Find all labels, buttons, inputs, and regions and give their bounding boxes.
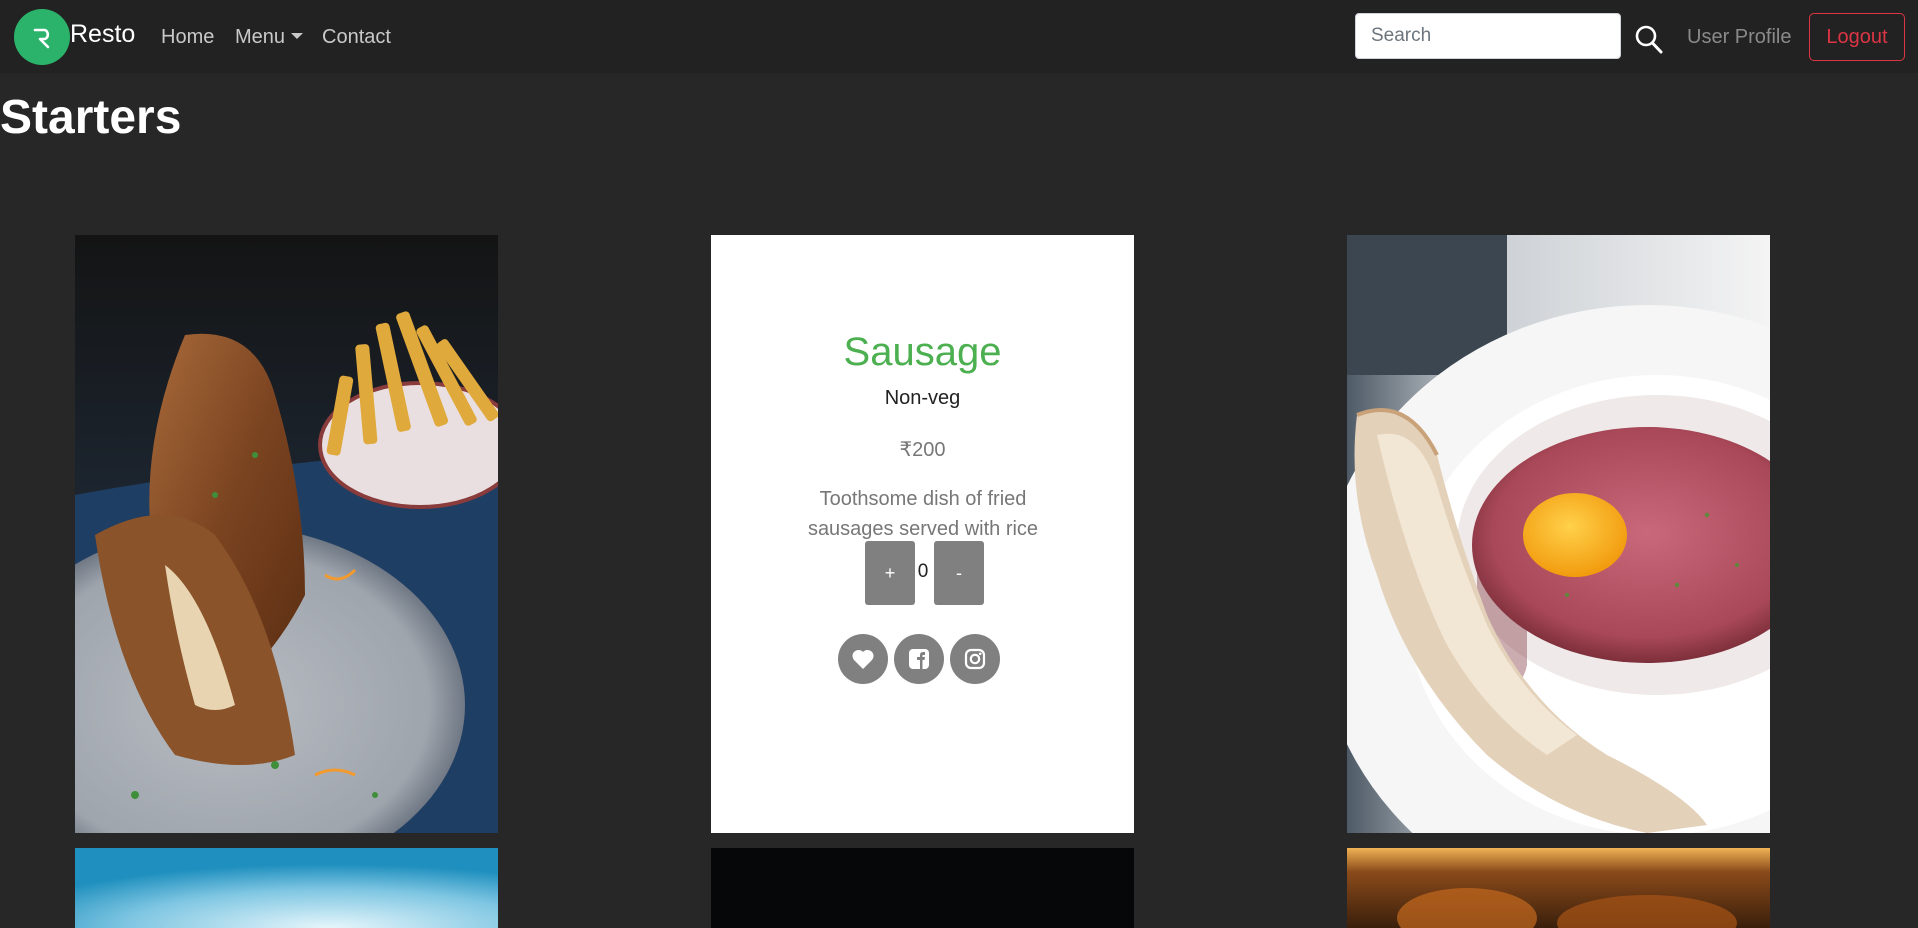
food-image: [1347, 848, 1770, 928]
instagram-share-button[interactable]: [950, 634, 1000, 684]
instagram-icon: [964, 648, 986, 670]
like-button[interactable]: [838, 634, 888, 684]
item-description: Toothsome dish of fried sausages served …: [807, 488, 1039, 540]
item-name: Sausage: [843, 330, 1002, 374]
navbar: Resto Home Menu Contact User Profile Log…: [0, 0, 1918, 73]
food-image: [711, 848, 1134, 928]
decrement-button[interactable]: -: [934, 541, 984, 605]
heart-icon: [852, 649, 874, 669]
page-title: Starters: [0, 91, 182, 144]
food-image: [75, 848, 498, 928]
food-image-card[interactable]: [75, 848, 498, 928]
food-image: [1347, 235, 1770, 833]
facebook-icon: [909, 649, 929, 669]
search-button[interactable]: [1634, 24, 1664, 56]
search-icon: [1635, 25, 1663, 54]
menu-item-card: Sausage Non-veg ₹200 Toothsome dish of f…: [711, 235, 1134, 833]
food-image-card[interactable]: [711, 848, 1134, 928]
logout-button[interactable]: Logout: [1809, 13, 1905, 61]
increment-button[interactable]: +: [865, 541, 915, 605]
item-type: Non-veg: [884, 387, 961, 409]
quantity-value: 0: [917, 561, 929, 582]
item-price: ₹200: [899, 439, 946, 461]
nav-home[interactable]: Home: [161, 26, 214, 49]
nav-menu-label: Menu: [235, 26, 286, 48]
chevron-down-icon: [291, 33, 304, 39]
search-input[interactable]: [1355, 13, 1621, 59]
user-profile-link[interactable]: User Profile: [1687, 26, 1791, 49]
food-image-card[interactable]: [75, 235, 498, 833]
food-image-card[interactable]: [1347, 848, 1770, 928]
logo-icon[interactable]: [14, 9, 70, 65]
food-image: [75, 235, 498, 833]
brand-name[interactable]: Resto: [70, 20, 135, 49]
food-image-card[interactable]: [1347, 235, 1770, 833]
nav-contact[interactable]: Contact: [322, 26, 391, 49]
nav-menu-dropdown[interactable]: Menu: [235, 26, 304, 49]
facebook-share-button[interactable]: [894, 634, 944, 684]
